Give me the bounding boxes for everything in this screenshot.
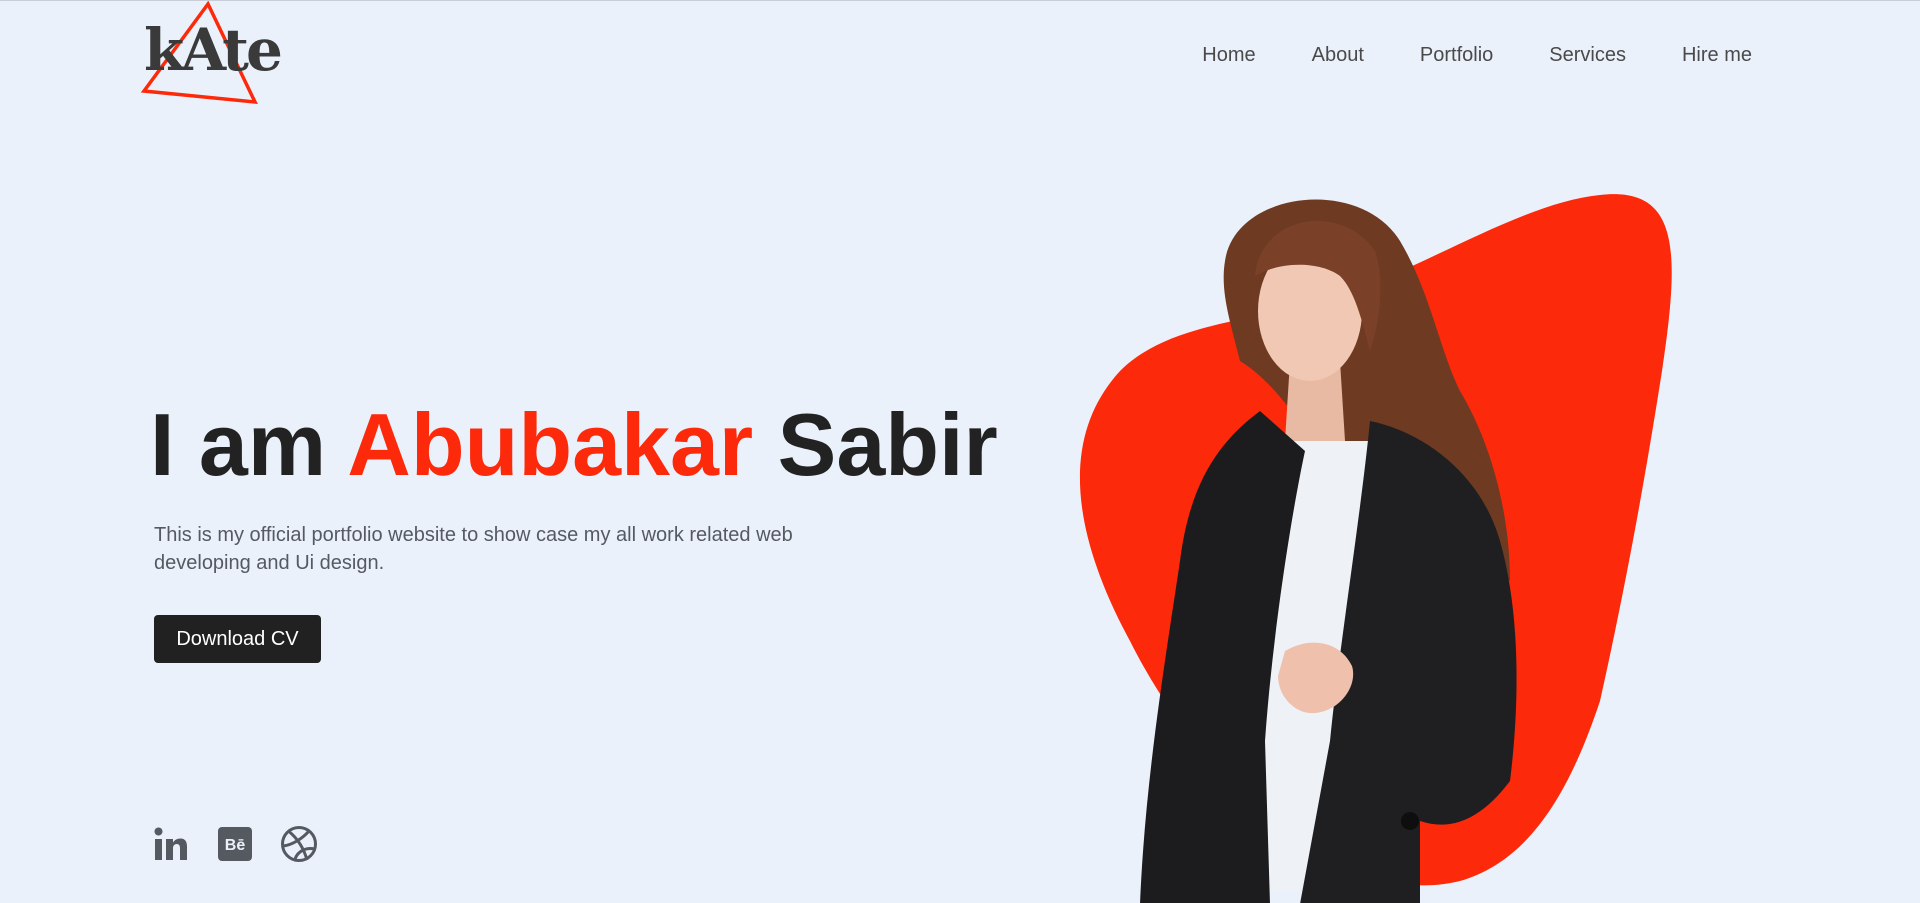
nav-home[interactable]: Home bbox=[1202, 43, 1255, 67]
nav-services[interactable]: Services bbox=[1549, 43, 1626, 67]
nav-hire-me[interactable]: Hire me bbox=[1682, 43, 1752, 67]
linkedin-icon[interactable] bbox=[152, 825, 190, 863]
nav-portfolio[interactable]: Portfolio bbox=[1420, 43, 1493, 67]
download-cv-button[interactable]: Download CV bbox=[154, 615, 321, 663]
svg-text:Bē: Bē bbox=[225, 837, 246, 854]
page: kAte Home About Portfolio Services Hire … bbox=[0, 0, 1920, 903]
behance-icon[interactable]: Bē bbox=[216, 825, 254, 863]
nav-about[interactable]: About bbox=[1312, 43, 1364, 67]
social-links: Bē bbox=[152, 825, 344, 863]
hero-title-prefix: I am bbox=[150, 395, 327, 494]
hero-artwork bbox=[1040, 181, 1740, 903]
logo-text: kAte bbox=[144, 16, 283, 84]
hero-title-name: Abubakar bbox=[347, 395, 754, 494]
hero-title: I am Abubakar Sabir bbox=[150, 399, 998, 491]
brand-logo[interactable]: kAte bbox=[138, 1, 283, 109]
main-nav: Home About Portfolio Services Hire me bbox=[1146, 43, 1752, 67]
coat-button-shape bbox=[1401, 812, 1419, 830]
dribbble-icon[interactable] bbox=[280, 825, 318, 863]
hero-description: This is my official portfolio website to… bbox=[154, 524, 793, 574]
hero-title-suffix: Sabir bbox=[777, 395, 998, 494]
